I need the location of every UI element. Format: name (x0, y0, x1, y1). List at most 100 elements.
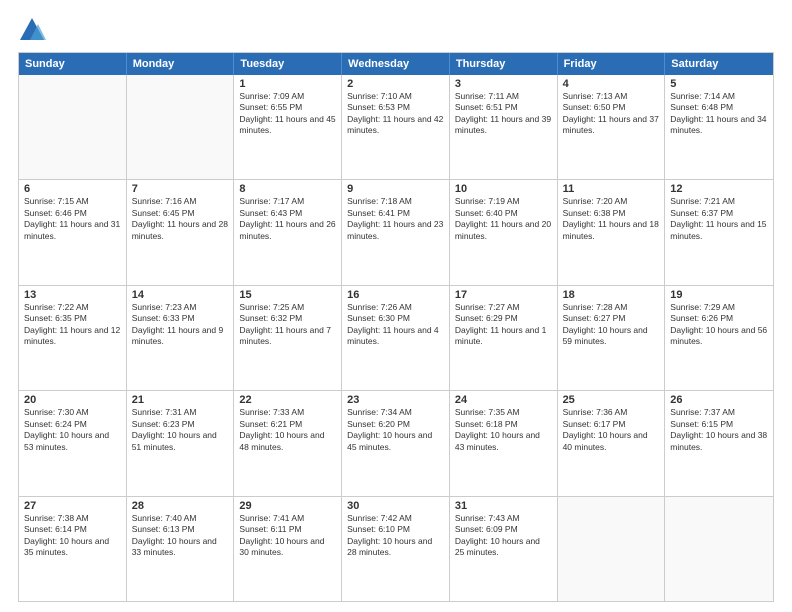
cell-details: Sunrise: 7:28 AM Sunset: 6:27 PM Dayligh… (563, 302, 660, 348)
cell-details: Sunrise: 7:22 AM Sunset: 6:35 PM Dayligh… (24, 302, 121, 348)
calendar-cell: 17Sunrise: 7:27 AM Sunset: 6:29 PM Dayli… (450, 286, 558, 390)
cell-details: Sunrise: 7:18 AM Sunset: 6:41 PM Dayligh… (347, 196, 444, 242)
cell-details: Sunrise: 7:19 AM Sunset: 6:40 PM Dayligh… (455, 196, 552, 242)
calendar-cell: 23Sunrise: 7:34 AM Sunset: 6:20 PM Dayli… (342, 391, 450, 495)
calendar-cell: 9Sunrise: 7:18 AM Sunset: 6:41 PM Daylig… (342, 180, 450, 284)
calendar: SundayMondayTuesdayWednesdayThursdayFrid… (18, 52, 774, 602)
header-day: Wednesday (342, 53, 450, 75)
calendar-cell: 4Sunrise: 7:13 AM Sunset: 6:50 PM Daylig… (558, 75, 666, 179)
calendar-row: 6Sunrise: 7:15 AM Sunset: 6:46 PM Daylig… (19, 180, 773, 285)
cell-details: Sunrise: 7:16 AM Sunset: 6:45 PM Dayligh… (132, 196, 229, 242)
calendar-row: 20Sunrise: 7:30 AM Sunset: 6:24 PM Dayli… (19, 391, 773, 496)
calendar-cell: 18Sunrise: 7:28 AM Sunset: 6:27 PM Dayli… (558, 286, 666, 390)
day-number: 19 (670, 289, 768, 301)
calendar-cell: 22Sunrise: 7:33 AM Sunset: 6:21 PM Dayli… (234, 391, 342, 495)
cell-details: Sunrise: 7:10 AM Sunset: 6:53 PM Dayligh… (347, 91, 444, 137)
calendar-row: 13Sunrise: 7:22 AM Sunset: 6:35 PM Dayli… (19, 286, 773, 391)
cell-details: Sunrise: 7:21 AM Sunset: 6:37 PM Dayligh… (670, 196, 768, 242)
calendar-cell: 2Sunrise: 7:10 AM Sunset: 6:53 PM Daylig… (342, 75, 450, 179)
calendar-cell (19, 75, 127, 179)
day-number: 9 (347, 183, 444, 195)
cell-details: Sunrise: 7:23 AM Sunset: 6:33 PM Dayligh… (132, 302, 229, 348)
calendar-cell (127, 75, 235, 179)
day-number: 10 (455, 183, 552, 195)
calendar-body: 1Sunrise: 7:09 AM Sunset: 6:55 PM Daylig… (19, 75, 773, 601)
cell-details: Sunrise: 7:37 AM Sunset: 6:15 PM Dayligh… (670, 407, 768, 453)
cell-details: Sunrise: 7:11 AM Sunset: 6:51 PM Dayligh… (455, 91, 552, 137)
calendar-cell: 29Sunrise: 7:41 AM Sunset: 6:11 PM Dayli… (234, 497, 342, 601)
day-number: 15 (239, 289, 336, 301)
cell-details: Sunrise: 7:13 AM Sunset: 6:50 PM Dayligh… (563, 91, 660, 137)
day-number: 8 (239, 183, 336, 195)
calendar-row: 1Sunrise: 7:09 AM Sunset: 6:55 PM Daylig… (19, 75, 773, 180)
logo (18, 16, 50, 44)
header-day: Friday (558, 53, 666, 75)
day-number: 11 (563, 183, 660, 195)
day-number: 30 (347, 500, 444, 512)
page: SundayMondayTuesdayWednesdayThursdayFrid… (0, 0, 792, 612)
day-number: 21 (132, 394, 229, 406)
day-number: 3 (455, 78, 552, 90)
calendar-header: SundayMondayTuesdayWednesdayThursdayFrid… (19, 53, 773, 75)
calendar-cell: 12Sunrise: 7:21 AM Sunset: 6:37 PM Dayli… (665, 180, 773, 284)
logo-icon (18, 16, 46, 44)
day-number: 29 (239, 500, 336, 512)
calendar-cell: 24Sunrise: 7:35 AM Sunset: 6:18 PM Dayli… (450, 391, 558, 495)
day-number: 1 (239, 78, 336, 90)
day-number: 16 (347, 289, 444, 301)
cell-details: Sunrise: 7:34 AM Sunset: 6:20 PM Dayligh… (347, 407, 444, 453)
calendar-cell: 10Sunrise: 7:19 AM Sunset: 6:40 PM Dayli… (450, 180, 558, 284)
cell-details: Sunrise: 7:29 AM Sunset: 6:26 PM Dayligh… (670, 302, 768, 348)
cell-details: Sunrise: 7:40 AM Sunset: 6:13 PM Dayligh… (132, 513, 229, 559)
calendar-cell: 14Sunrise: 7:23 AM Sunset: 6:33 PM Dayli… (127, 286, 235, 390)
calendar-cell: 6Sunrise: 7:15 AM Sunset: 6:46 PM Daylig… (19, 180, 127, 284)
cell-details: Sunrise: 7:38 AM Sunset: 6:14 PM Dayligh… (24, 513, 121, 559)
day-number: 12 (670, 183, 768, 195)
day-number: 7 (132, 183, 229, 195)
calendar-cell: 15Sunrise: 7:25 AM Sunset: 6:32 PM Dayli… (234, 286, 342, 390)
cell-details: Sunrise: 7:26 AM Sunset: 6:30 PM Dayligh… (347, 302, 444, 348)
cell-details: Sunrise: 7:14 AM Sunset: 6:48 PM Dayligh… (670, 91, 768, 137)
cell-details: Sunrise: 7:30 AM Sunset: 6:24 PM Dayligh… (24, 407, 121, 453)
cell-details: Sunrise: 7:09 AM Sunset: 6:55 PM Dayligh… (239, 91, 336, 137)
day-number: 23 (347, 394, 444, 406)
calendar-cell (558, 497, 666, 601)
day-number: 14 (132, 289, 229, 301)
day-number: 31 (455, 500, 552, 512)
calendar-cell: 8Sunrise: 7:17 AM Sunset: 6:43 PM Daylig… (234, 180, 342, 284)
day-number: 4 (563, 78, 660, 90)
calendar-cell: 11Sunrise: 7:20 AM Sunset: 6:38 PM Dayli… (558, 180, 666, 284)
calendar-cell: 27Sunrise: 7:38 AM Sunset: 6:14 PM Dayli… (19, 497, 127, 601)
calendar-cell: 25Sunrise: 7:36 AM Sunset: 6:17 PM Dayli… (558, 391, 666, 495)
header-day: Monday (127, 53, 235, 75)
day-number: 13 (24, 289, 121, 301)
calendar-cell: 31Sunrise: 7:43 AM Sunset: 6:09 PM Dayli… (450, 497, 558, 601)
cell-details: Sunrise: 7:42 AM Sunset: 6:10 PM Dayligh… (347, 513, 444, 559)
calendar-cell: 16Sunrise: 7:26 AM Sunset: 6:30 PM Dayli… (342, 286, 450, 390)
calendar-cell (665, 497, 773, 601)
day-number: 5 (670, 78, 768, 90)
day-number: 26 (670, 394, 768, 406)
cell-details: Sunrise: 7:35 AM Sunset: 6:18 PM Dayligh… (455, 407, 552, 453)
calendar-cell: 5Sunrise: 7:14 AM Sunset: 6:48 PM Daylig… (665, 75, 773, 179)
calendar-cell: 30Sunrise: 7:42 AM Sunset: 6:10 PM Dayli… (342, 497, 450, 601)
cell-details: Sunrise: 7:31 AM Sunset: 6:23 PM Dayligh… (132, 407, 229, 453)
cell-details: Sunrise: 7:27 AM Sunset: 6:29 PM Dayligh… (455, 302, 552, 348)
calendar-cell: 7Sunrise: 7:16 AM Sunset: 6:45 PM Daylig… (127, 180, 235, 284)
cell-details: Sunrise: 7:41 AM Sunset: 6:11 PM Dayligh… (239, 513, 336, 559)
cell-details: Sunrise: 7:36 AM Sunset: 6:17 PM Dayligh… (563, 407, 660, 453)
calendar-cell: 13Sunrise: 7:22 AM Sunset: 6:35 PM Dayli… (19, 286, 127, 390)
calendar-cell: 20Sunrise: 7:30 AM Sunset: 6:24 PM Dayli… (19, 391, 127, 495)
calendar-cell: 28Sunrise: 7:40 AM Sunset: 6:13 PM Dayli… (127, 497, 235, 601)
header-day: Thursday (450, 53, 558, 75)
calendar-cell: 21Sunrise: 7:31 AM Sunset: 6:23 PM Dayli… (127, 391, 235, 495)
cell-details: Sunrise: 7:33 AM Sunset: 6:21 PM Dayligh… (239, 407, 336, 453)
header (18, 16, 774, 44)
calendar-cell: 19Sunrise: 7:29 AM Sunset: 6:26 PM Dayli… (665, 286, 773, 390)
calendar-cell: 26Sunrise: 7:37 AM Sunset: 6:15 PM Dayli… (665, 391, 773, 495)
day-number: 2 (347, 78, 444, 90)
cell-details: Sunrise: 7:17 AM Sunset: 6:43 PM Dayligh… (239, 196, 336, 242)
cell-details: Sunrise: 7:15 AM Sunset: 6:46 PM Dayligh… (24, 196, 121, 242)
day-number: 28 (132, 500, 229, 512)
cell-details: Sunrise: 7:43 AM Sunset: 6:09 PM Dayligh… (455, 513, 552, 559)
